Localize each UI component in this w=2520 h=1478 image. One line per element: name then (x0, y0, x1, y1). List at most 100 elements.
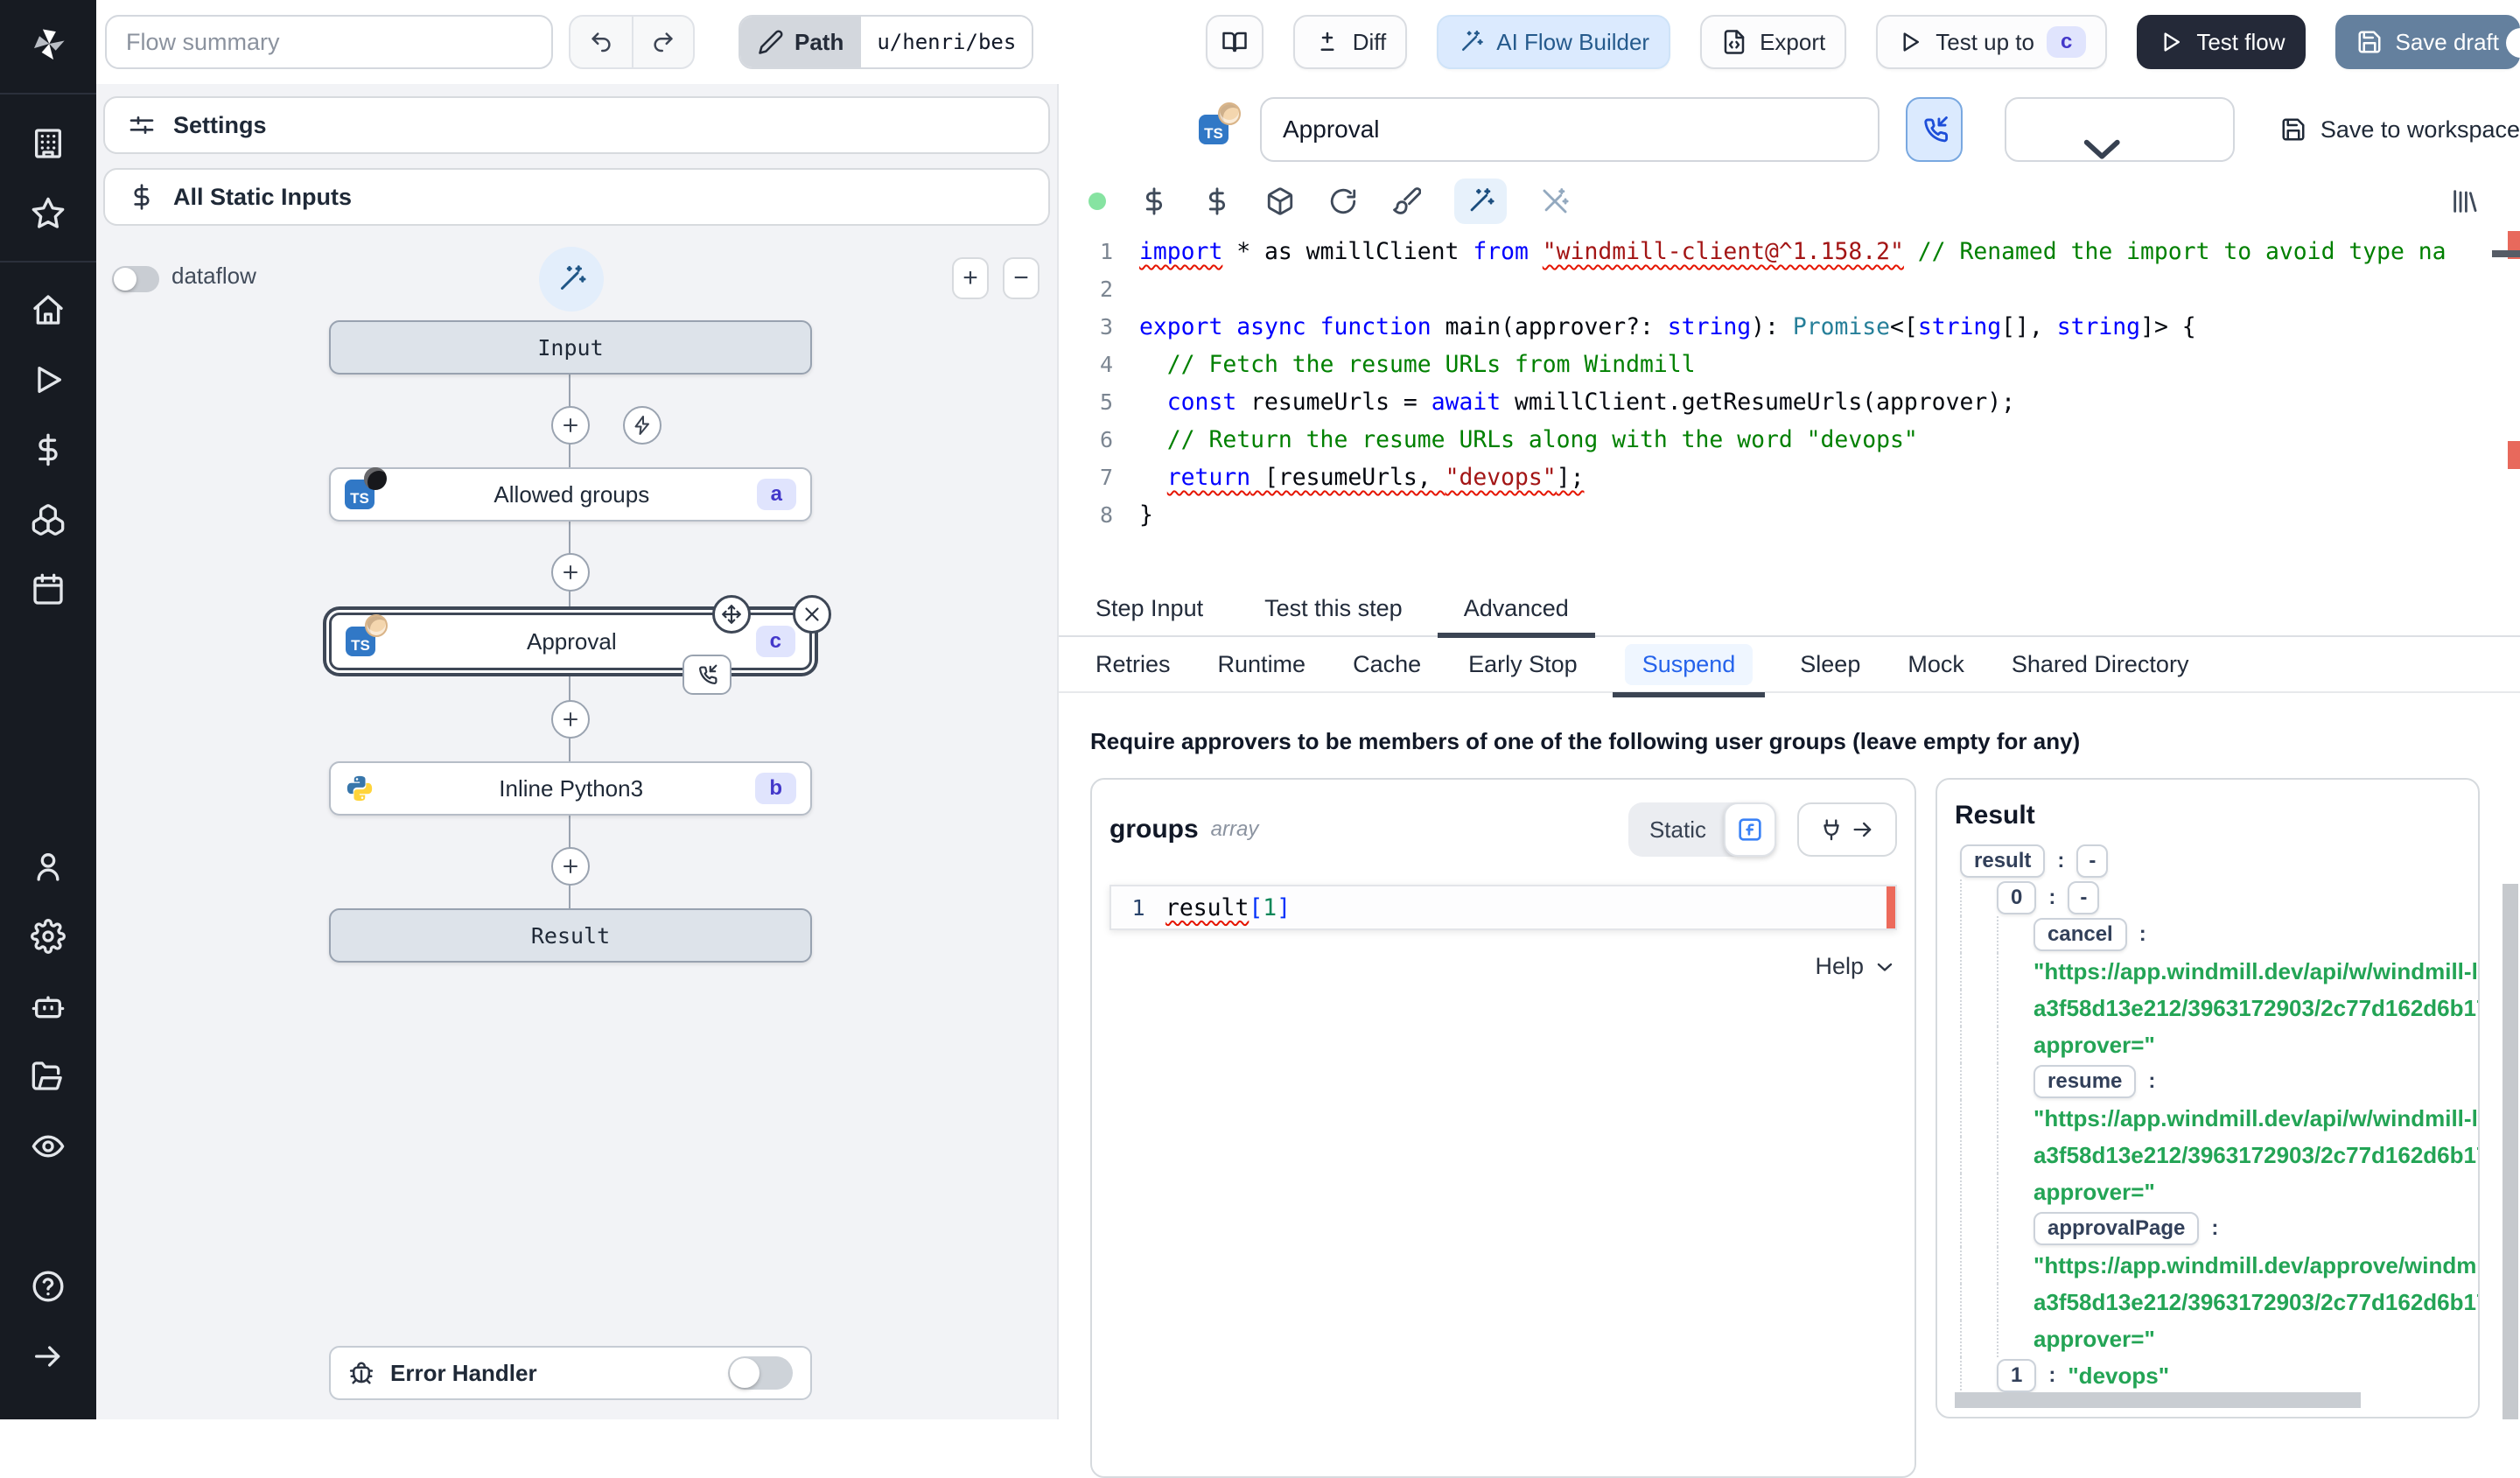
suspend-phone-badge[interactable] (682, 655, 732, 695)
test-flow-button[interactable]: Test flow (2137, 15, 2306, 69)
graph-ai-button[interactable] (539, 247, 604, 312)
panel-vertical-scrollbar[interactable] (2502, 884, 2518, 1419)
collapse-button[interactable]: - (2068, 881, 2100, 914)
connect-input-button[interactable] (1797, 802, 1897, 857)
error-handler-toggle[interactable] (728, 1356, 793, 1390)
path-group[interactable]: Path u/henri/bes (738, 15, 1034, 69)
workers-icon[interactable] (0, 971, 96, 1041)
collapse-button[interactable]: - (2076, 844, 2109, 878)
help-button[interactable]: Help (1110, 953, 1897, 980)
folders-icon[interactable] (0, 1041, 96, 1111)
flow-settings-row[interactable]: Settings (103, 96, 1050, 154)
home-icon[interactable] (0, 275, 96, 345)
workspace-icon[interactable] (0, 109, 96, 179)
subtab-shared-directory[interactable]: Shared Directory (2012, 651, 2189, 678)
expand-rail-icon[interactable] (0, 1321, 96, 1391)
suspend-phone-button[interactable] (1906, 97, 1964, 162)
code-line[interactable]: 8} (1059, 496, 2520, 534)
subtab-mock[interactable]: Mock (1908, 651, 1964, 678)
result-value-text: "https://app.windmill.dev/approve/windmi… (2034, 1251, 2478, 1278)
code-line[interactable]: 1 import * as wmillClient from "windmill-… (1059, 233, 2520, 270)
variables-icon[interactable] (0, 415, 96, 485)
worker-tag-select[interactable] (2005, 97, 2235, 162)
settings-icon[interactable] (0, 901, 96, 971)
ai-flow-builder-button[interactable]: AI Flow Builder (1437, 15, 1671, 69)
code-line[interactable]: 3 export async function main(approver?: s… (1059, 308, 2520, 346)
subtab-sleep[interactable]: Sleep (1800, 651, 1860, 678)
library-icon[interactable] (2450, 186, 2480, 216)
add-step-button[interactable] (551, 553, 590, 592)
node-input[interactable]: Input (329, 320, 812, 375)
delete-node-button[interactable] (793, 595, 831, 634)
add-step-button[interactable] (551, 847, 590, 886)
step-editor-panel: TS Save to workspace (1057, 84, 2520, 1478)
redo-button[interactable] (632, 17, 693, 67)
node-allowed-groups[interactable]: TS Allowed groups a (329, 467, 812, 522)
schedules-icon[interactable] (0, 555, 96, 625)
javascript-expr-button[interactable] (1724, 802, 1776, 857)
add-trigger-button[interactable] (623, 406, 662, 445)
diff-button[interactable]: Diff (1292, 15, 1408, 69)
flow-graph-panel: Settings All Static Inputs dataflow + − … (96, 84, 1057, 1419)
tab-advanced[interactable]: Advanced (1437, 595, 1595, 637)
users-icon[interactable] (0, 831, 96, 901)
subtab-early-stop[interactable]: Early Stop (1468, 651, 1578, 678)
code-editor[interactable]: 1 import * as wmillClient from "windmill-… (1059, 228, 2520, 595)
code-line[interactable]: 2 (1059, 270, 2520, 308)
node-inline-python3[interactable]: Inline Python3 b (329, 761, 812, 816)
result-key-chip[interactable]: result (1960, 844, 2046, 878)
step-name-input[interactable] (1260, 97, 1880, 162)
subtab-retries[interactable]: Retries (1096, 651, 1171, 678)
test-up-to-button[interactable]: Test up to c (1876, 15, 2108, 69)
format-brush-icon[interactable] (1391, 186, 1421, 216)
zoom-out-button[interactable]: − (1003, 257, 1040, 299)
result-key-chip[interactable]: approvalPage (2034, 1212, 2200, 1245)
result-key-chip[interactable]: cancel (2034, 918, 2127, 951)
subtab-runtime[interactable]: Runtime (1218, 651, 1306, 678)
help-icon[interactable] (0, 1251, 96, 1321)
node-result[interactable]: Result (329, 908, 812, 963)
tab-test-this-step[interactable]: Test this step (1264, 595, 1403, 636)
all-static-inputs-row[interactable]: All Static Inputs (103, 168, 1050, 226)
flow-summary-input[interactable] (105, 15, 553, 69)
subtab-suspend[interactable]: Suspend (1612, 643, 1766, 697)
result-key-chip[interactable]: 0 (1997, 881, 2037, 914)
code-line[interactable]: 5 const resumeUrls = await wmillClient.g… (1059, 383, 2520, 421)
code-line[interactable]: 4 // Fetch the resume URLs from Windmill (1059, 346, 2520, 383)
runs-icon[interactable] (0, 345, 96, 415)
tab-step-input[interactable]: Step Input (1096, 595, 1203, 636)
indent-guide (1997, 1063, 2034, 1100)
save-to-workspace-button[interactable]: Save to workspace (2280, 116, 2520, 144)
editor-scrollbar[interactable] (2492, 250, 2520, 257)
package-icon[interactable] (1265, 186, 1295, 216)
result-key-chip[interactable]: resume (2034, 1065, 2137, 1098)
variable-picker-icon[interactable] (1139, 186, 1169, 216)
favorites-icon[interactable] (0, 179, 96, 249)
result-key-chip[interactable]: 1 (1997, 1359, 2037, 1392)
zoom-in-button[interactable]: + (952, 257, 989, 299)
node-label: Allowed groups (494, 480, 650, 508)
dataflow-toggle[interactable] (112, 266, 159, 292)
move-node-handle[interactable] (712, 595, 751, 634)
static-toggle[interactable]: Static (1628, 802, 1776, 857)
path-edit-button[interactable]: Path (740, 17, 862, 67)
export-button[interactable]: Export (1700, 15, 1847, 69)
save-draft-button[interactable]: Save draft (2335, 15, 2520, 69)
docs-button[interactable] (1205, 15, 1264, 69)
resource-picker-icon[interactable] (1202, 186, 1232, 216)
ai-disabled-icon[interactable] (1540, 186, 1570, 216)
resources-icon[interactable] (0, 485, 96, 555)
windmill-logo[interactable] (0, 0, 96, 95)
audit-logs-icon[interactable] (0, 1111, 96, 1181)
add-step-button[interactable] (551, 406, 590, 445)
reload-icon[interactable] (1328, 186, 1358, 216)
code-line[interactable]: 7 return [resumeUrls, "devops"]; (1059, 459, 2520, 496)
error-handler-row[interactable]: Error Handler (329, 1346, 812, 1400)
ai-assistant-icon[interactable] (1454, 179, 1507, 224)
code-line[interactable]: 6 // Return the resume URLs along with t… (1059, 421, 2520, 459)
add-step-button[interactable] (551, 700, 590, 739)
groups-expression-input[interactable]: 1 result[1] (1110, 885, 1897, 930)
result-horizontal-scrollbar[interactable] (1955, 1392, 2361, 1408)
subtab-cache[interactable]: Cache (1353, 651, 1421, 678)
undo-button[interactable] (570, 17, 632, 67)
